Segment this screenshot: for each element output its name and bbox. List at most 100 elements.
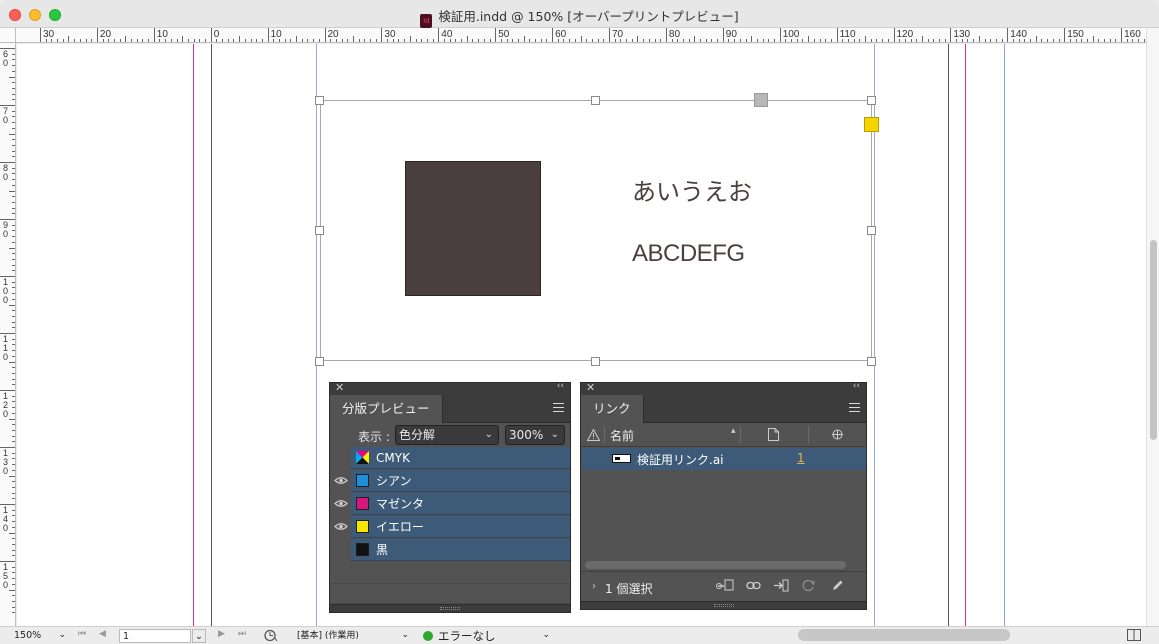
tab-links[interactable]: リンク [581, 395, 644, 423]
preflight-status-select[interactable]: エラーなし ⌄ [438, 629, 550, 643]
ruler-minor-tick [318, 39, 320, 42]
ruler-minor-tick [9, 361, 15, 363]
link-status-icon[interactable] [831, 429, 844, 440]
content-grabber[interactable] [754, 93, 768, 107]
ruler-minor-tick [12, 196, 15, 198]
ruler-minor-tick [12, 395, 15, 397]
frame-yellow-indicator[interactable] [864, 117, 879, 132]
ruler-minor-tick [12, 156, 15, 158]
panel-menu-icon[interactable] [553, 403, 564, 413]
next-page-icon[interactable]: ▶ [218, 629, 225, 639]
vertical-ruler[interactable]: 60 70 80 90 100 110 120 130 140 150 [0, 43, 16, 626]
ruler-minor-tick [12, 258, 15, 260]
split-window-icon[interactable] [1127, 629, 1141, 641]
panel-header: ✕ ‹‹ [581, 381, 866, 395]
ruler-minor-tick [12, 241, 15, 243]
ruler-tick [153, 28, 155, 42]
ruler-minor-tick [12, 521, 15, 523]
frame-handle-middle-left[interactable] [315, 226, 324, 235]
ruler-minor-tick [165, 39, 167, 42]
frame-handle-bottom-left[interactable] [315, 357, 324, 366]
vertical-scroll-thumb[interactable] [1150, 240, 1157, 440]
ruler-minor-tick [142, 39, 144, 42]
separation-name: イエロー [376, 520, 424, 534]
separation-row-magenta[interactable]: マゼンタ [351, 493, 570, 515]
resize-grip-icon[interactable] [440, 607, 460, 610]
update-link-icon[interactable] [802, 579, 815, 592]
frame-handle-middle-right[interactable] [867, 226, 876, 235]
column-name-header[interactable]: 名前 [610, 427, 634, 444]
panel-close-icon[interactable]: ✕ [335, 381, 344, 394]
link-row[interactable]: 検証用リンク.ai 1 [582, 448, 866, 470]
panel-close-icon[interactable]: ✕ [586, 381, 595, 394]
ruler-origin[interactable] [0, 28, 16, 43]
separation-row-black[interactable]: 黒 [351, 539, 570, 561]
view-select[interactable]: 色分解 ⌄ [395, 425, 499, 445]
sort-ascending-icon[interactable]: ▴ [731, 426, 736, 436]
link-name: 検証用リンク.ai [637, 453, 724, 467]
panel-collapse-icon[interactable]: ‹‹ [853, 381, 860, 391]
ruler-minor-tick [1092, 36, 1094, 42]
frame-handle-bottom-center[interactable] [591, 357, 600, 366]
ruler-tick [893, 28, 895, 42]
ruler-minor-tick [688, 39, 690, 42]
first-page-icon[interactable]: ⏮ [78, 629, 86, 639]
zoom-select[interactable]: 300% ⌄ [505, 425, 565, 445]
page-dropdown-button[interactable]: ⌄ [192, 629, 206, 643]
separation-row-cyan[interactable]: シアン [351, 470, 570, 492]
separation-row-cmyk[interactable]: CMYK [351, 447, 570, 469]
zoom-level-select[interactable]: 150% ⌄ [14, 629, 66, 643]
edit-original-icon[interactable] [831, 579, 844, 592]
resize-grip-icon[interactable] [713, 604, 734, 607]
open-page-icon[interactable] [264, 629, 278, 642]
ruler-minor-tick [12, 543, 15, 545]
link-page-number[interactable]: 1 [797, 451, 805, 465]
ruler-minor-tick [517, 39, 519, 42]
document-canvas[interactable]: あいうえお ABCDEFG ✕ ‹‹ 分版プレビュー 表示 : 色分解 ⌄ 30… [17, 44, 1146, 626]
ruler-label: 20 [327, 29, 339, 40]
go-to-link-icon[interactable] [773, 579, 789, 592]
ruler-minor-tick [1052, 39, 1054, 42]
frame-handle-top-left[interactable] [315, 96, 324, 105]
tab-separations-preview[interactable]: 分版プレビュー [330, 395, 443, 423]
page-icon[interactable] [768, 428, 779, 441]
ruler-minor-tick [74, 39, 76, 42]
panel-resize-bar[interactable] [330, 604, 570, 612]
horizontal-scroll-thumb[interactable] [798, 629, 1010, 641]
frame-handle-top-right[interactable] [867, 96, 876, 105]
horizontal-ruler[interactable]: 30 20 10 0 10 20 30 40 50 60 70 80 90 100 110 120 130 140… [0, 28, 1146, 43]
panel-resize-bar[interactable] [581, 601, 866, 609]
placed-graphic-frame[interactable] [320, 100, 872, 361]
ruler-minor-tick [591, 39, 593, 42]
ruler-minor-tick [540, 39, 542, 42]
ruler-tick [779, 28, 781, 42]
relink-cc-icon[interactable] [716, 579, 734, 592]
vertical-scrollbar[interactable] [1146, 28, 1159, 626]
warning-icon[interactable] [587, 429, 600, 441]
ruler-minor-tick [125, 36, 127, 42]
page-number-field[interactable]: 1 [119, 629, 191, 643]
ruler-label: 10 [270, 29, 282, 40]
window-title-text: 検証用.indd @ 150% [オーバープリントプレビュー] [438, 9, 739, 24]
eye-icon[interactable] [334, 499, 348, 508]
ruler-label: 50 [498, 29, 510, 40]
last-page-icon[interactable]: ⏭ [238, 629, 246, 639]
ruler-minor-tick [12, 424, 15, 426]
panel-collapse-icon[interactable]: ‹‹ [557, 381, 564, 391]
separation-row-yellow[interactable]: イエロー [351, 516, 570, 538]
eye-icon[interactable] [334, 476, 348, 485]
ruler-minor-tick [12, 127, 15, 129]
frame-handle-bottom-right[interactable] [867, 357, 876, 366]
separation-name: 黒 [376, 543, 389, 557]
horizontal-scrollbar[interactable] [585, 561, 846, 569]
previous-page-icon[interactable]: ◀ [99, 629, 106, 639]
relink-icon[interactable] [746, 581, 761, 590]
eye-icon[interactable] [334, 522, 348, 531]
ruler-minor-tick [370, 39, 372, 42]
panel-menu-icon[interactable] [849, 403, 860, 413]
frame-handle-top-center[interactable] [591, 96, 600, 105]
ruler-minor-tick [717, 39, 719, 42]
chevron-right-icon[interactable]: › [592, 581, 596, 592]
status-bar: 150% ⌄ ⏮ ◀ 1 ⌄ ▶ ⏭ [基本] (作業用) ⌄ エラーなし ⌄ [0, 626, 1159, 644]
preflight-profile-select[interactable]: [基本] (作業用) ⌄ [297, 629, 409, 643]
